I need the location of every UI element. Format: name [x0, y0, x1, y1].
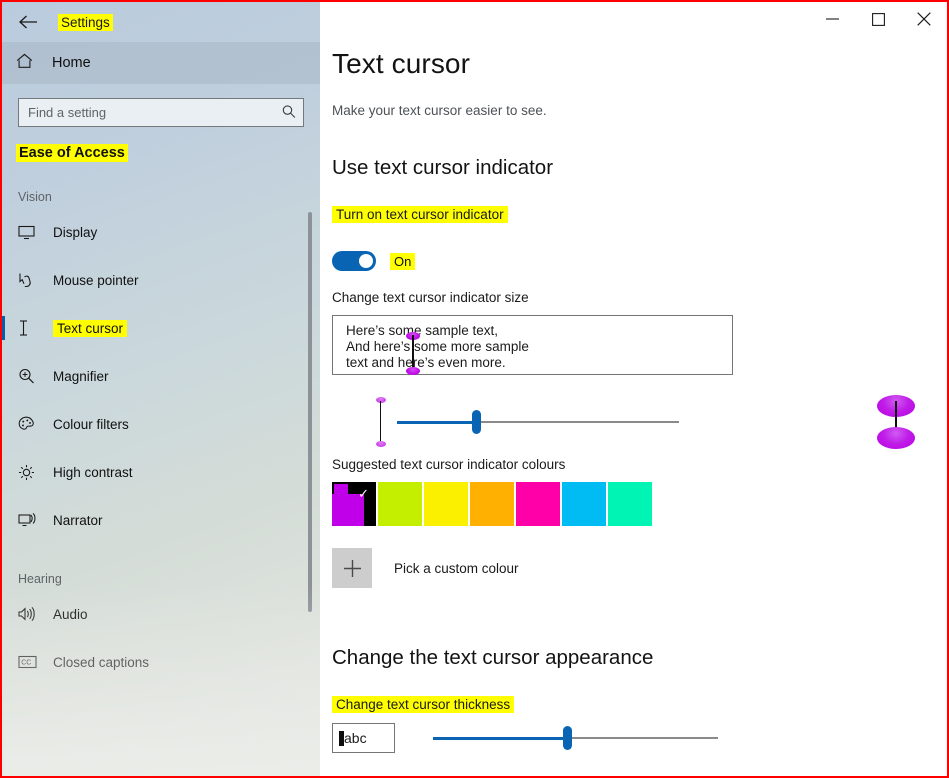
toggle-label: Turn on text cursor indicator [332, 206, 508, 223]
thickness-slider[interactable] [433, 726, 718, 750]
back-arrow-icon[interactable] [14, 7, 44, 37]
sidebar-item-text-cursor-label: Text cursor [53, 319, 128, 337]
colour-swatch[interactable] [378, 482, 422, 526]
closed-captions-icon: CC [18, 655, 48, 669]
thickness-preview-text: abc [344, 730, 367, 746]
sidebar-item-display-label: Display [53, 224, 98, 240]
text-cursor-indicator-preview [406, 331, 420, 376]
colour-swatch[interactable] [608, 482, 652, 526]
colour-swatch-list: ✓ [332, 482, 947, 526]
sidebar-item-home[interactable]: Home [2, 42, 320, 84]
sidebar-item-closed-captions[interactable]: CC Closed captions [2, 638, 320, 686]
thickness-row: abc [332, 723, 947, 753]
slider-filled-track [397, 421, 476, 424]
sidebar-item-display[interactable]: Display [2, 208, 320, 256]
thickness-slider-thumb[interactable] [562, 726, 572, 750]
sample-text-preview: Here’s some sample text, And here’s some… [332, 315, 733, 375]
cursor-size-preview-small [376, 395, 386, 449]
indicator-toggle-row: On [332, 251, 947, 271]
sidebar-item-narrator-label: Narrator [53, 512, 103, 528]
colour-swatch-selected[interactable]: ✓ [332, 482, 376, 526]
sample-line-1: Here’s some sample text, [346, 323, 499, 338]
sidebar-item-closed-captions-label: Closed captions [53, 654, 150, 670]
sidebar-titlebar: Settings [2, 2, 320, 42]
thickness-filled-track [433, 737, 567, 740]
content-area: Text cursor Make your text cursor easier… [320, 2, 947, 776]
minimize-button[interactable] [809, 2, 855, 36]
sidebar-group-hearing-label: Hearing [18, 572, 62, 586]
sidebar-item-audio-label: Audio [53, 606, 88, 622]
sidebar-item-home-label: Home [52, 55, 91, 71]
cursor-size-preview-large [877, 389, 915, 453]
indicator-size-label: Change text cursor indicator size [332, 290, 529, 305]
suggested-colours-label: Suggested text cursor indicator colours [332, 457, 566, 472]
search-icon[interactable] [279, 102, 301, 124]
window-title: Settings [58, 13, 113, 31]
colour-swatch[interactable] [470, 482, 514, 526]
sidebar-group-vision-label: Vision [18, 190, 52, 204]
narrator-icon [18, 512, 48, 528]
close-button[interactable] [901, 2, 947, 36]
sidebar-item-colour-filters-label: Colour filters [53, 416, 129, 432]
search-box[interactable] [18, 98, 304, 127]
page-subtitle: Make your text cursor easier to see. [332, 103, 547, 118]
sidebar-category-title: Ease of Access [16, 144, 128, 162]
thickness-preview-box: abc [332, 723, 395, 753]
toggle-knob [359, 254, 373, 268]
cursor-cap-bottom [406, 367, 420, 375]
text-cursor-icon [18, 320, 48, 336]
sidebar-item-colour-filters[interactable]: Colour filters [2, 400, 320, 448]
sample-line-2: And here’s some more sample [346, 339, 529, 354]
colour-swatch[interactable] [516, 482, 560, 526]
large-cap-bottom [877, 427, 915, 449]
magnifier-icon [18, 368, 48, 384]
sidebar-item-magnifier[interactable]: Magnifier [2, 352, 320, 400]
maximize-button[interactable] [855, 2, 901, 36]
search-container [2, 84, 320, 127]
sidebar-item-mouse-pointer[interactable]: Mouse pointer [2, 256, 320, 304]
indicator-size-slider[interactable] [397, 410, 679, 434]
sample-line-3: text and here’s even more. [346, 355, 506, 370]
slider-thumb[interactable] [471, 410, 481, 434]
sidebar-item-narrator[interactable]: Narrator [2, 496, 320, 544]
cutoff-heading-related-settings: Related settings [332, 775, 947, 776]
sidebar: Settings Home Ease [2, 2, 320, 776]
colour-swatch[interactable] [562, 482, 606, 526]
small-cap-bottom [376, 441, 386, 447]
section-heading-use-indicator: Use text cursor indicator [332, 156, 554, 179]
sidebar-item-audio[interactable]: Audio [2, 590, 320, 638]
home-icon [16, 53, 44, 74]
swatch-accent-left [334, 484, 348, 524]
thickness-empty-track [566, 737, 718, 740]
sidebar-scrollbar[interactable] [308, 212, 312, 612]
small-bar [380, 401, 382, 443]
slider-empty-track [475, 421, 679, 424]
sidebar-item-mouse-pointer-label: Mouse pointer [53, 272, 139, 288]
speaker-icon [18, 606, 48, 622]
mouse-pointer-icon [18, 272, 48, 288]
toggle-state-label: On [390, 252, 416, 270]
plus-icon[interactable] [332, 548, 372, 588]
window-controls [809, 2, 947, 36]
check-icon: ✓ [358, 486, 369, 501]
indicator-size-slider-row [332, 389, 947, 453]
palette-icon [18, 416, 48, 432]
pick-custom-colour-label: Pick a custom colour [394, 560, 519, 576]
sidebar-item-high-contrast[interactable]: High contrast [2, 448, 320, 496]
monitor-icon [18, 225, 48, 240]
thickness-label: Change text cursor thickness [332, 696, 515, 713]
sidebar-item-high-contrast-label: High contrast [53, 464, 133, 480]
text-cursor-indicator-toggle[interactable] [332, 251, 376, 271]
settings-window: Settings Home Ease [2, 2, 947, 776]
sidebar-item-magnifier-label: Magnifier [53, 368, 109, 384]
pick-custom-colour-row[interactable]: Pick a custom colour [332, 548, 947, 588]
colour-swatch[interactable] [424, 482, 468, 526]
section-heading-appearance: Change the text cursor appearance [332, 646, 654, 669]
brightness-icon [18, 464, 48, 481]
sidebar-item-text-cursor[interactable]: Text cursor [2, 304, 320, 352]
svg-text:CC: CC [21, 660, 31, 667]
page-title: Text cursor [332, 48, 471, 79]
main-panel: Text cursor Make your text cursor easier… [320, 2, 947, 776]
search-input[interactable] [28, 105, 283, 120]
